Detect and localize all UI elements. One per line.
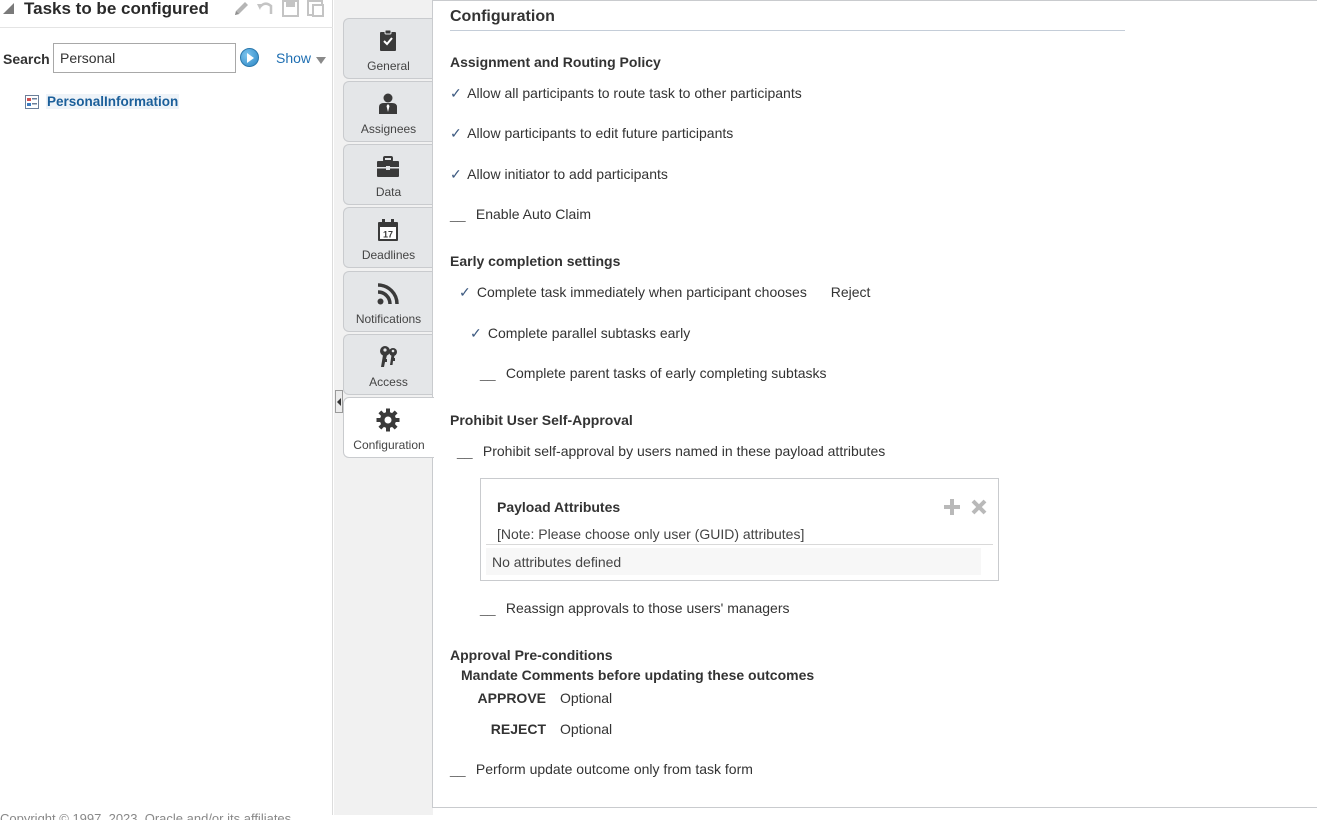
option-label: Allow initiator to add participants [467, 166, 668, 182]
option-initiator-add-participants[interactable]: ✓ Allow initiator to add participants [450, 166, 668, 183]
mandate-comments-heading: Mandate Comments before updating these o… [461, 667, 815, 683]
table-divider [486, 544, 993, 545]
tab-deadlines[interactable]: 17 Deadlines [343, 207, 433, 268]
keys-icon [376, 345, 400, 369]
payload-attributes-title: Payload Attributes [497, 499, 621, 515]
tab-label: General [367, 59, 410, 73]
tasks-panel-header: Tasks to be configured [0, 0, 333, 28]
show-menu-button[interactable]: Show [276, 50, 311, 66]
checkbox-unchecked[interactable]: __ [480, 365, 496, 381]
clipboard-check-icon [376, 29, 400, 53]
option-complete-task-immediately[interactable]: ✓ Complete task immediately when partici… [459, 284, 870, 301]
save-as-icon[interactable] [306, 0, 326, 18]
chevron-down-icon[interactable] [316, 57, 326, 64]
outcome-value[interactable]: Optional [560, 690, 612, 706]
tab-notifications[interactable]: Notifications [343, 271, 433, 332]
person-icon [376, 92, 400, 116]
outcome-label: REJECT [490, 721, 546, 737]
option-complete-parent-tasks[interactable]: __ Complete parent tasks of early comple… [480, 365, 827, 381]
option-edit-future-participants[interactable]: ✓ Allow participants to edit future part… [450, 125, 733, 142]
editor-tab-strip: General Assignees Data 17 Deadlines Noti… [334, 0, 434, 815]
search-go-button[interactable] [240, 48, 259, 67]
tab-label: Configuration [353, 438, 425, 452]
payload-attributes-note: [Note: Please choose only user (GUID) at… [497, 526, 805, 542]
configuration-panel: Configuration Assignment and Routing Pol… [432, 0, 1317, 808]
tab-label: Access [369, 375, 408, 389]
checkbox-checked[interactable]: ✓ [470, 325, 484, 342]
section-heading-assignment: Assignment and Routing Policy [450, 54, 661, 70]
tab-configuration[interactable]: Configuration [343, 397, 434, 458]
tab-label: Deadlines [361, 248, 416, 262]
payload-attributes-table: Payload Attributes [Note: Please choose … [480, 478, 999, 581]
calendar-icon: 17 [376, 218, 400, 242]
option-label: Enable Auto Claim [475, 206, 592, 222]
outcome-label: APPROVE [477, 690, 546, 706]
tab-label: Assignees [360, 122, 417, 136]
save-icon[interactable] [281, 0, 301, 18]
option-label: Reassign approvals to those users' manag… [505, 600, 790, 616]
option-label: Prohibit self-approval by users named in… [482, 443, 886, 459]
option-label: Complete parallel subtasks early [487, 325, 691, 341]
checkbox-unchecked[interactable]: __ [450, 206, 466, 222]
tab-assignees[interactable]: Assignees [343, 81, 433, 142]
search-label: Search [3, 51, 50, 67]
close-icon[interactable] [970, 498, 988, 516]
briefcase-icon [376, 155, 400, 179]
checkbox-checked[interactable]: ✓ [459, 284, 473, 301]
checkbox-checked[interactable]: ✓ [450, 85, 464, 102]
calendar-day-text: 17 [383, 230, 393, 240]
option-complete-parallel-subtasks[interactable]: ✓ Complete parallel subtasks early [470, 325, 690, 342]
checkbox-checked[interactable]: ✓ [450, 166, 464, 183]
table-empty-row: No attributes defined [486, 548, 981, 575]
section-heading-early-completion: Early completion settings [450, 253, 621, 269]
option-prohibit-self-approval[interactable]: __ Prohibit self-approval by users named… [457, 443, 885, 459]
outcome-value-reject[interactable]: Reject [831, 284, 871, 300]
panel-splitter-handle[interactable] [335, 390, 343, 413]
checkbox-unchecked[interactable]: __ [450, 761, 466, 777]
task-link-personal-information[interactable]: PersonalInformation [46, 94, 180, 109]
tab-data[interactable]: Data [343, 144, 433, 205]
section-heading-approval-preconditions: Approval Pre-conditions [450, 647, 613, 663]
option-reassign-to-managers[interactable]: __ Reassign approvals to those users' ma… [480, 600, 790, 616]
page-title: Configuration [450, 8, 555, 25]
outcome-value[interactable]: Optional [560, 721, 612, 737]
search-input[interactable] [53, 43, 236, 73]
title-divider [450, 30, 1125, 31]
task-form-icon [25, 95, 39, 109]
checkbox-checked[interactable]: ✓ [450, 125, 464, 142]
option-perform-update-from-task-form[interactable]: __ Perform update outcome only from task… [450, 761, 753, 777]
section-heading-prohibit-self-approval: Prohibit User Self-Approval [450, 412, 633, 428]
option-label: Allow all participants to route task to … [467, 85, 802, 101]
copyright-footer: Copyright © 1997, 2023, Oracle and/or it… [0, 811, 295, 820]
tasks-panel: Tasks to be configured Search Show Perso… [0, 0, 333, 820]
tab-label: Notifications [355, 312, 422, 326]
checkbox-unchecked[interactable]: __ [480, 600, 496, 616]
undo-icon[interactable] [255, 0, 275, 18]
rss-icon [376, 282, 400, 306]
option-label: Complete parent tasks of early completin… [505, 365, 827, 381]
tab-general[interactable]: General [343, 18, 433, 79]
option-label: Perform update outcome only from task fo… [475, 761, 753, 777]
option-enable-auto-claim[interactable]: __ Enable Auto Claim [450, 206, 591, 222]
collapse-panel-icon[interactable] [3, 3, 14, 14]
tab-access[interactable]: Access [343, 334, 433, 395]
tab-label: Data [375, 185, 402, 199]
checkbox-unchecked[interactable]: __ [457, 443, 473, 459]
add-icon[interactable] [943, 498, 961, 516]
option-route-to-participants[interactable]: ✓ Allow all participants to route task t… [450, 85, 802, 102]
gear-icon [376, 408, 400, 432]
edit-icon[interactable] [232, 0, 252, 18]
option-label: Complete task immediately when participa… [476, 284, 807, 300]
tasks-panel-title: Tasks to be configured [24, 0, 209, 18]
option-label: Allow participants to edit future partic… [467, 125, 734, 141]
